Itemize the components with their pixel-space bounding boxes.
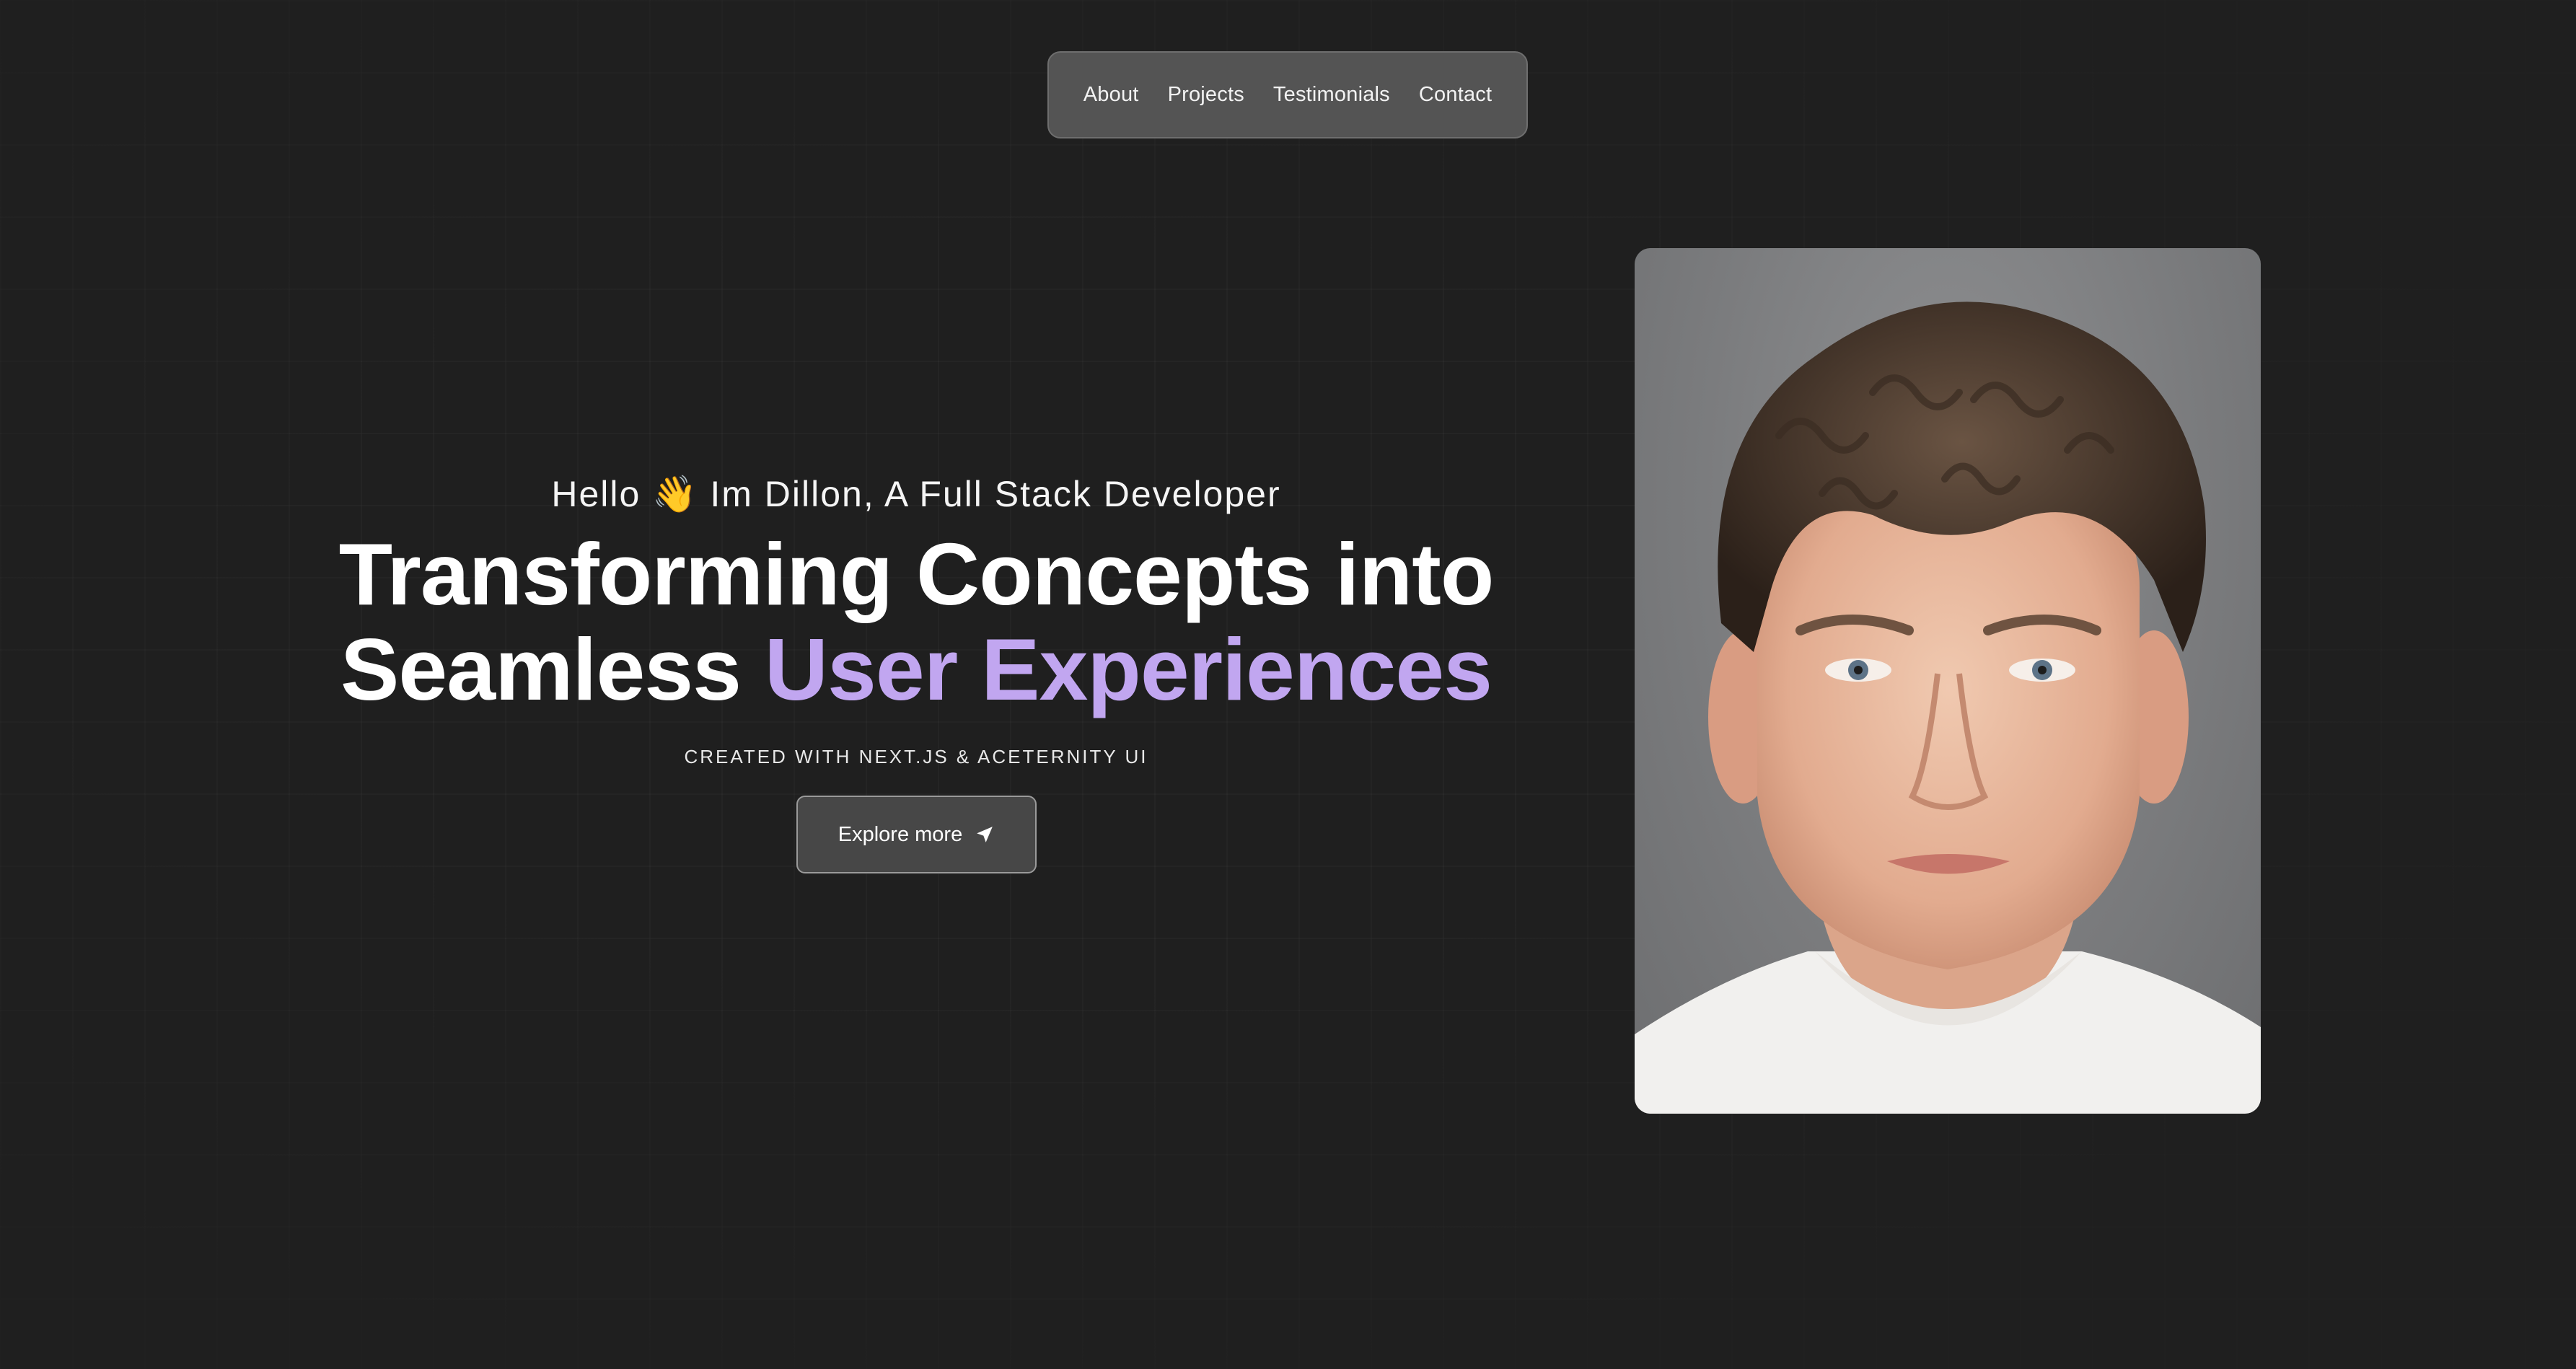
top-nav: About Projects Testimonials Contact <box>1047 51 1528 138</box>
nav-contact-link[interactable]: Contact <box>1419 83 1492 107</box>
hero-credit: CREATED WITH NEXT.JS & ACETERNITY UI <box>684 746 1148 767</box>
headline-line-2-plain: Seamless <box>340 620 765 718</box>
headline-accent-text: User Experiences <box>764 620 1493 718</box>
hero-headline: Transforming Concepts into Seamless User… <box>274 527 1558 717</box>
profile-photo-illustration <box>1635 301 2261 1114</box>
profile-photo <box>1635 248 2261 1114</box>
explore-more-label: Explore more <box>838 822 963 846</box>
page: About Projects Testimonials Contact Hell… <box>0 0 2576 1369</box>
nav-projects-link[interactable]: Projects <box>1168 83 1244 107</box>
hero-greeting: Hello 👋 Im Dillon, A Full Stack Develope… <box>551 474 1281 514</box>
nav-testimonials-link[interactable]: Testimonials <box>1273 83 1390 107</box>
explore-more-button[interactable]: Explore more <box>796 796 1037 873</box>
headline-line-1: Transforming Concepts into <box>338 525 1495 623</box>
nav-about-link[interactable]: About <box>1083 83 1139 107</box>
send-icon <box>975 825 994 844</box>
hero-section: Hello 👋 Im Dillon, A Full Stack Develope… <box>274 462 1558 873</box>
